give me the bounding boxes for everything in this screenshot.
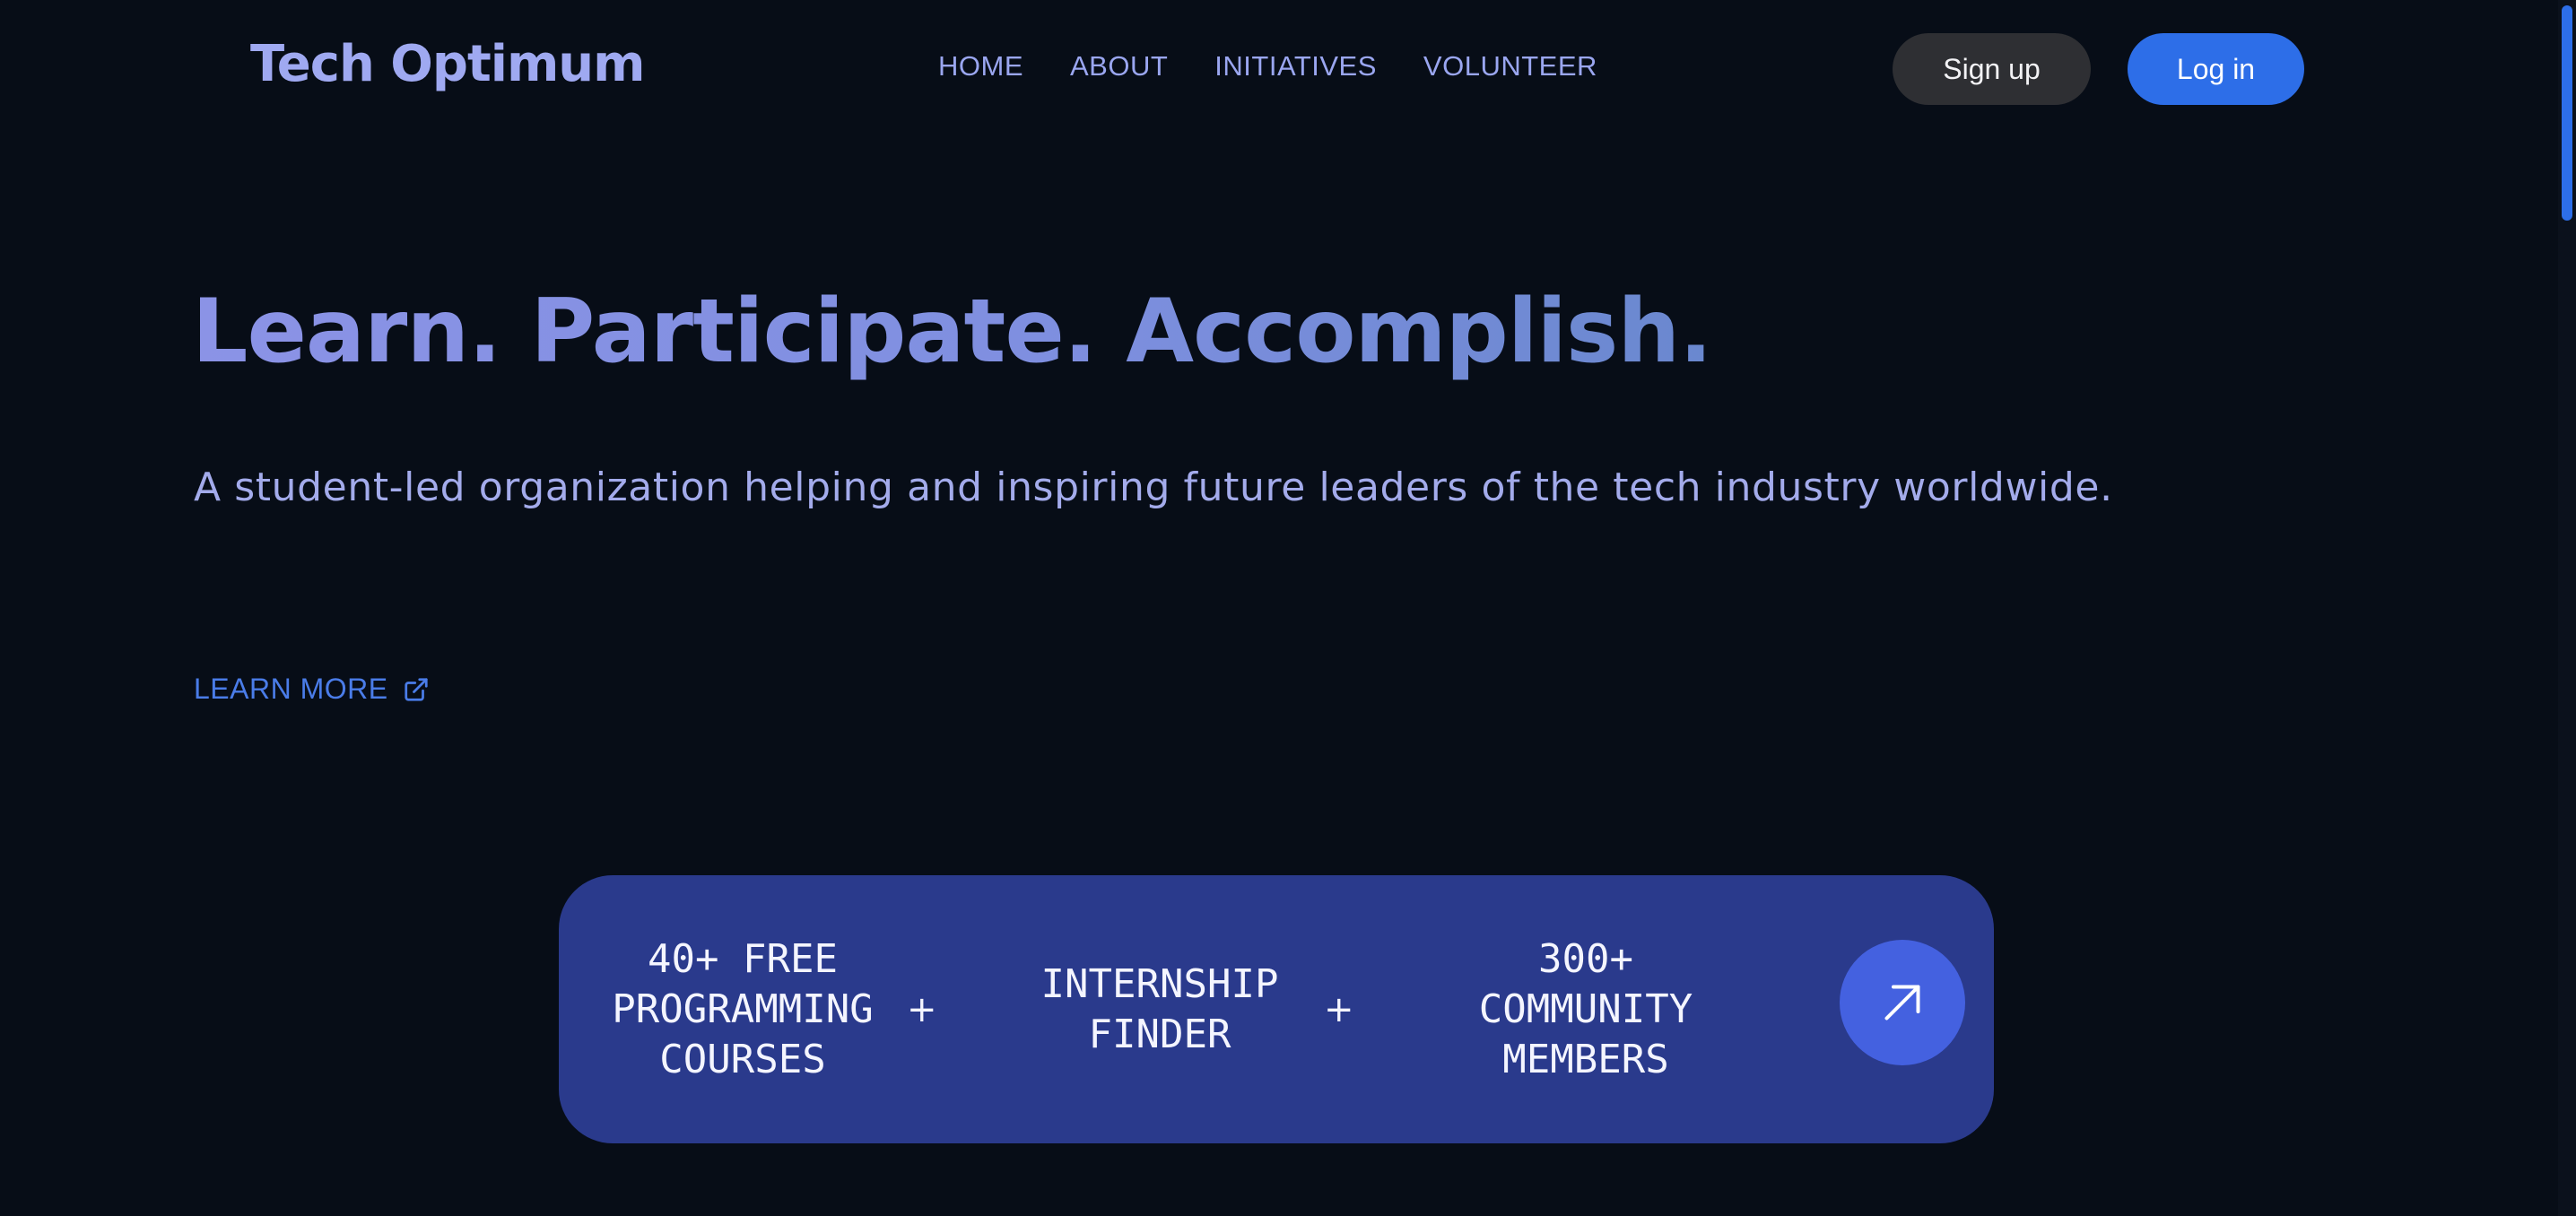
scrollbar-thumb[interactable] [2562, 5, 2572, 221]
login-button[interactable]: Log in [2128, 33, 2304, 105]
stat-free-courses: 40+ FREE PROGRAMMING COURSES [612, 935, 874, 1082]
arrow-up-right-icon [1875, 976, 1929, 1029]
plus-separator: + [1324, 988, 1354, 1030]
signup-button[interactable]: Sign up [1893, 33, 2091, 105]
page-scrollbar[interactable] [2558, 0, 2576, 1216]
plus-separator: + [907, 988, 937, 1030]
learn-more-link[interactable]: LEARN MORE [194, 673, 430, 706]
external-link-icon [403, 676, 430, 703]
stats-card: 40+ FREE PROGRAMMING COURSES + INTERNSHI… [559, 875, 1994, 1143]
stats-arrow-button[interactable] [1840, 940, 1965, 1065]
main-nav: HOME ABOUT INITIATIVES VOLUNTEER [938, 47, 1597, 86]
stat-internship-finder: INTERNSHIP FINDER [1040, 960, 1279, 1057]
brand-logo-text[interactable]: Tech Optimum [250, 32, 646, 97]
learn-more-label: LEARN MORE [194, 673, 388, 705]
hero-subtitle: A student-led organization helping and i… [194, 465, 2113, 510]
stat-community-members: 300+ COMMUNITY MEMBERS [1478, 935, 1693, 1082]
nav-initiatives[interactable]: INITIATIVES [1214, 47, 1377, 86]
page: Tech Optimum HOME ABOUT INITIATIVES VOLU… [0, 0, 2576, 1216]
nav-about[interactable]: ABOUT [1070, 47, 1168, 86]
nav-home[interactable]: HOME [938, 47, 1023, 86]
nav-volunteer[interactable]: VOLUNTEER [1423, 47, 1597, 86]
hero-title: Learn. Participate. Accomplish. [192, 269, 1712, 395]
